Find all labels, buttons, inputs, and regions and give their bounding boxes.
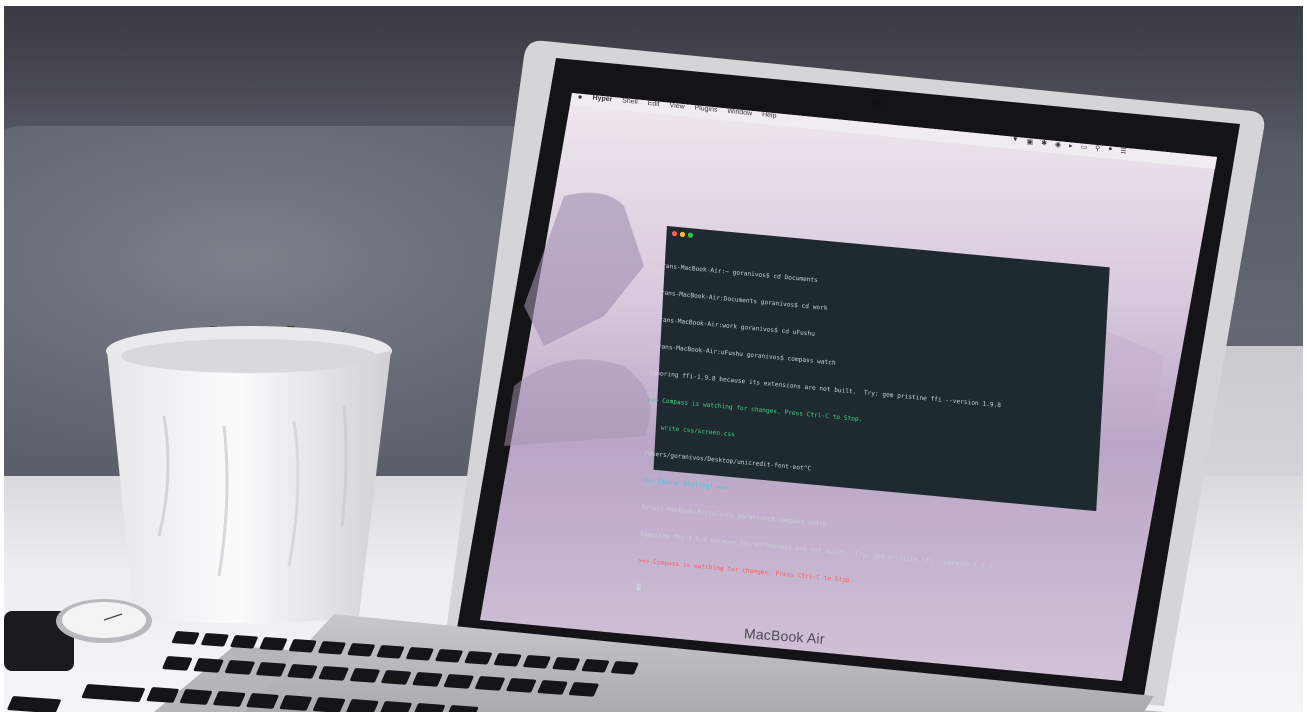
menu-item-plugins[interactable]: Plugins — [694, 105, 717, 114]
wifi-icon[interactable]: ◉ — [1055, 140, 1062, 149]
search-icon[interactable]: ⚲ — [1095, 144, 1101, 152]
photo-scene: ● Hyper Shell Edit View Plugins Window H… — [4, 6, 1303, 712]
battery-icon[interactable]: ▭ — [1080, 143, 1087, 152]
menu-list-icon[interactable]: ☰ — [1120, 147, 1127, 156]
menu-item-shell[interactable]: Shell — [622, 97, 638, 106]
apple-logo-icon[interactable]: ● — [578, 92, 583, 101]
volume-icon[interactable]: ▸ — [1069, 142, 1073, 150]
cast-icon[interactable]: ▣ — [1026, 137, 1033, 146]
menu-item-window[interactable]: Window — [727, 108, 752, 117]
camera-icon — [872, 98, 882, 108]
menu-item-edit[interactable]: Edit — [647, 100, 659, 108]
bluetooth-icon[interactable]: ✱ — [1041, 139, 1047, 148]
menu-item-help[interactable]: Help — [762, 111, 777, 119]
menu-item-view[interactable]: View — [669, 102, 684, 110]
terminal-output: Gorans-MacBook-Air:~ goranivos$ cd Docum… — [636, 243, 1008, 643]
siri-icon[interactable]: ● — [1108, 146, 1113, 154]
vpn-icon[interactable]: ▼ — [1012, 136, 1019, 145]
menu-item-app[interactable]: Hyper — [592, 94, 612, 103]
